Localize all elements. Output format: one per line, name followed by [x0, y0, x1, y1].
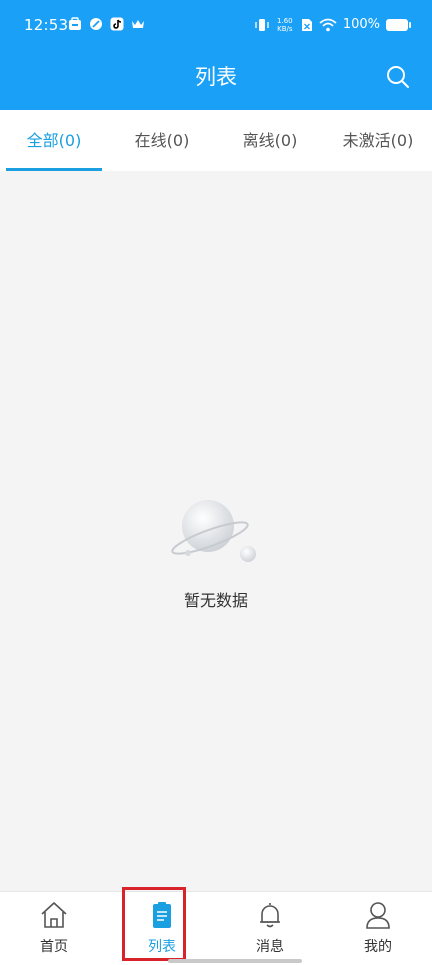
nav-item-messages[interactable]: 消息: [216, 892, 324, 965]
network-speed: 1.60 KB/s: [277, 17, 293, 33]
vibrate-icon: [255, 19, 269, 31]
filter-tabs: 全部(0) 在线(0) 离线(0) 未激活(0): [0, 110, 432, 171]
empty-state: 暂无数据: [0, 460, 432, 612]
bottom-navigation: 首页 列表 消息 我的: [0, 891, 432, 965]
search-icon[interactable]: [384, 63, 412, 91]
bell-icon: [260, 903, 280, 928]
sim-icon: [301, 19, 312, 31]
store-icon: [69, 17, 81, 30]
nav-item-mine[interactable]: 我的: [324, 892, 432, 965]
planet-illustration: [170, 478, 262, 578]
wifi-icon: [319, 18, 337, 32]
nav-label-mine: 我的: [364, 939, 392, 955]
nav-item-list[interactable]: 列表: [108, 892, 216, 965]
tab-offline[interactable]: 离线(0): [216, 110, 324, 171]
empty-message: 暂无数据: [183, 591, 248, 610]
home-icon: [41, 902, 67, 928]
battery-icon: [386, 19, 411, 31]
nav-label-messages: 消息: [256, 939, 284, 955]
crown-icon: [132, 20, 144, 28]
battery-percentage: 100%: [342, 17, 380, 32]
status-time: 12:53: [24, 16, 69, 34]
page-title: 列表: [195, 65, 237, 89]
tiktok-icon: [110, 17, 124, 31]
nav-label-list: 列表: [148, 939, 176, 955]
clipboard-icon: [153, 902, 171, 928]
tab-inactive[interactable]: 未激活(0): [324, 110, 432, 171]
leaf-app-icon: [90, 18, 102, 30]
tab-online[interactable]: 在线(0): [108, 110, 216, 171]
status-notification-icons: [68, 17, 145, 31]
user-icon: [366, 902, 390, 929]
status-bar: 12:53 1.60 KB/s 100%: [0, 0, 432, 52]
home-indicator: [168, 959, 302, 963]
nav-label-home: 首页: [40, 939, 68, 955]
status-system-icons: 1.60 KB/s 100%: [255, 15, 411, 35]
tab-all[interactable]: 全部(0): [0, 110, 108, 171]
nav-item-home[interactable]: 首页: [0, 892, 108, 965]
app-header: 12:53 1.60 KB/s 100% 列表: [0, 0, 432, 110]
